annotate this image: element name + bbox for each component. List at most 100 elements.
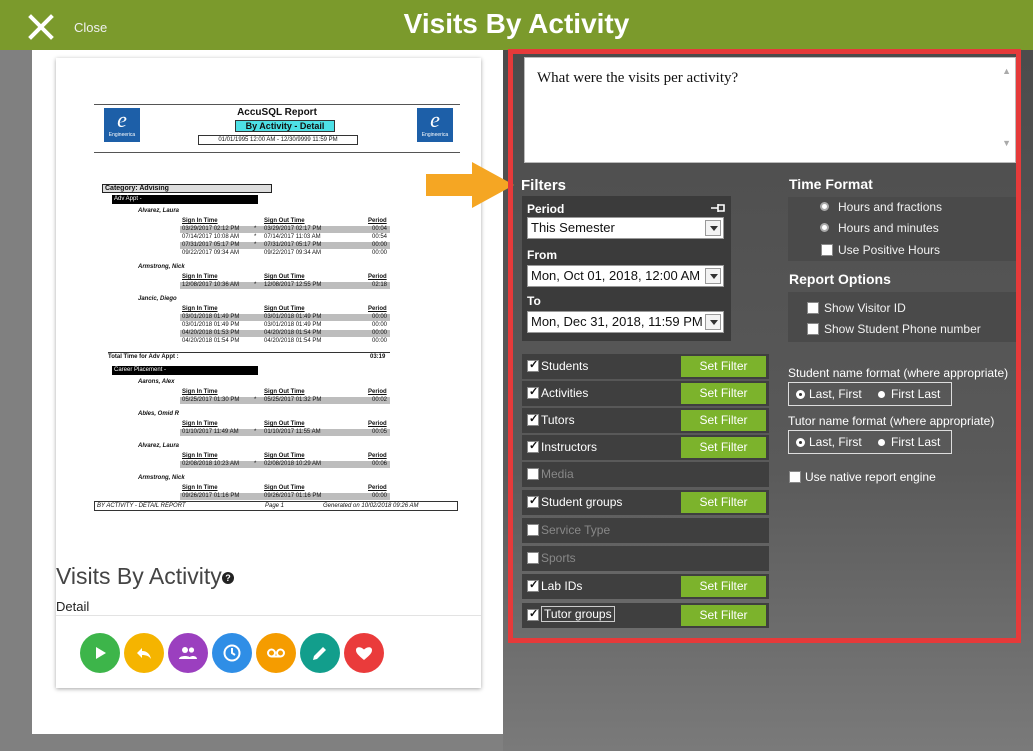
report-row: 09/22/2017 09:34 AM 09/22/2017 09:34 AM 00…: [180, 250, 390, 257]
period-value: 00:00: [372, 493, 388, 499]
report-row: 09/26/2017 01:16 PM 09/26/2017 01:16 PM 00…: [180, 493, 390, 500]
report-title: AccuSQL Report: [237, 107, 317, 118]
report-col-in: Sign In Time: [182, 453, 218, 459]
report-person-name: Ables, Omid R: [138, 411, 180, 417]
report-rule: [94, 152, 460, 153]
flag: *: [254, 242, 257, 248]
period-value: 00:04: [372, 226, 388, 232]
report-col-out: Sign Out Time: [264, 306, 305, 312]
report-row: 03/01/2018 01:49 PM 03/01/2018 01:49 PM 00…: [180, 314, 390, 321]
preview-subtitle: Detail: [56, 599, 90, 614]
report-row: 05/25/2017 01:30 PM * 05/25/2017 01:32 PM 0…: [180, 397, 390, 404]
voicemail-icon: [267, 648, 285, 658]
sign-out-time: 01/10/2017 11:55 AM: [264, 429, 321, 435]
report-person-name: Armstrong, Nick: [138, 264, 185, 270]
report-row: 04/20/2018 01:54 PM 04/20/2018 01:54 PM 00…: [180, 338, 390, 345]
report-col-period: Period: [368, 389, 387, 395]
report-total: Total Time for Adv Appt : 03:19: [108, 352, 390, 360]
sign-out-time: 03/01/2018 01:49 PM: [264, 314, 322, 320]
sign-out-time: 04/20/2018 01:54 PM: [264, 338, 322, 344]
report-row: 07/31/2017 05:17 PM * 07/31/2017 05:17 PM 0…: [180, 242, 390, 249]
total-value: 03:19: [370, 354, 386, 360]
period-value: 00:02: [372, 397, 388, 403]
flag: *: [254, 282, 257, 288]
period-value: 00:00: [372, 330, 388, 336]
period-value: 00:00: [372, 242, 388, 248]
report-row: 07/14/2017 10:08 AM * 07/14/2017 11:03 AM 0…: [180, 234, 390, 241]
report-col-in: Sign In Time: [182, 485, 218, 491]
edit-button[interactable]: [300, 633, 340, 673]
play-icon: [96, 647, 106, 659]
voicemail-button[interactable]: [256, 633, 296, 673]
report-col-in: Sign In Time: [182, 274, 218, 280]
period-value: 00:00: [372, 314, 388, 320]
sign-out-time: 07/31/2017 05:17 PM: [264, 242, 322, 248]
sign-out-time: 04/20/2018 01:54 PM: [264, 330, 322, 336]
arrow-pointer-icon: [426, 162, 514, 208]
logo-text: Engineerica: [421, 132, 449, 138]
report-col-out: Sign Out Time: [264, 389, 305, 395]
help-icon[interactable]: ?: [222, 572, 234, 584]
report-date-range: 01/01/1995 12:00 AM - 12/30/9999 11:59 P…: [198, 135, 358, 145]
flag: *: [254, 429, 257, 435]
report-footer: BY ACTIVITY - DETAIL REPORT Page 1 Generat…: [94, 501, 458, 511]
period-value: 00:05: [372, 429, 388, 435]
report-rule: [94, 104, 460, 105]
report-col-in: Sign In Time: [182, 421, 218, 427]
report-row: 12/08/2017 10:36 AM * 12/08/2017 12:55 PM 0…: [180, 282, 390, 289]
period-value: 00:00: [372, 338, 388, 344]
report-col-period: Period: [368, 218, 387, 224]
clock-button[interactable]: [212, 633, 252, 673]
sign-out-time: 09/26/2017 01:16 PM: [264, 493, 322, 499]
report-col-period: Period: [368, 485, 387, 491]
sign-in-time: 04/20/2018 01:53 PM: [182, 330, 240, 336]
report-col-period: Period: [368, 453, 387, 459]
sign-out-time: 03/29/2017 02:17 PM: [264, 226, 322, 232]
sign-in-time: 12/08/2017 10:36 AM: [182, 282, 240, 288]
flag: *: [254, 226, 257, 232]
sign-in-time: 09/26/2017 01:16 PM: [182, 493, 240, 499]
report-person-name: Aarons, Alex: [138, 379, 175, 385]
pencil-icon: [313, 647, 326, 660]
report-category: Category: Advising: [102, 184, 272, 193]
sign-in-time: 01/10/2017 11:49 AM: [182, 429, 239, 435]
title-bar: Close Visits By Activity: [0, 0, 1033, 50]
report-person-name: Alvarez, Laura: [138, 443, 180, 449]
footer-left: BY ACTIVITY - DETAIL REPORT: [97, 503, 186, 509]
footer-page: Page 1: [265, 503, 285, 509]
report-row: 01/10/2017 11:49 AM * 01/10/2017 11:55 AM 0…: [180, 429, 390, 436]
reply-button[interactable]: [124, 633, 164, 673]
sign-out-time: 12/08/2017 12:55 PM: [264, 282, 322, 288]
people-button[interactable]: [168, 633, 208, 673]
people-icon: [179, 647, 197, 659]
sign-in-time: 07/14/2017 10:08 AM: [182, 234, 240, 240]
report-group-bar: Adv Appt -: [112, 195, 258, 204]
period-value: 02:18: [372, 282, 388, 288]
sign-in-time: 02/08/2018 10:23 AM: [182, 461, 240, 467]
sign-out-time: 07/14/2017 11:03 AM: [264, 234, 321, 240]
sign-in-time: 03/01/2018 01:49 PM: [182, 322, 240, 328]
report-subtitle: By Activity - Detail: [235, 120, 335, 132]
sign-in-time: 07/31/2017 05:17 PM: [182, 242, 240, 248]
sign-in-time: 09/22/2017 09:34 AM: [182, 250, 240, 256]
highlight-frame: [508, 49, 1021, 643]
window-title: Visits By Activity: [403, 8, 630, 39]
report-col-in: Sign In Time: [182, 389, 218, 395]
period-value: 00:54: [372, 234, 388, 240]
play-button[interactable]: [80, 633, 120, 673]
flag: *: [254, 397, 257, 403]
sign-in-time: 03/29/2017 02:12 PM: [182, 226, 240, 232]
total-label: Total Time for Adv Appt :: [108, 354, 179, 360]
clock-icon: [223, 644, 241, 662]
period-value: 00:06: [372, 461, 388, 467]
report-person-name: Armstrong, Nick: [138, 475, 185, 481]
footer-generated: Generated on 10/02/2018 09:26 AM: [323, 503, 419, 509]
report-row: 03/29/2017 02:12 PM * 03/29/2017 02:17 PM 0…: [180, 226, 390, 233]
report-row: 02/08/2018 10:23 AM * 02/08/2018 10:29 AM 0…: [180, 461, 390, 468]
favorite-button[interactable]: [344, 633, 384, 673]
flag: *: [254, 461, 257, 467]
report-person-name: Alvarez, Laura: [138, 208, 180, 214]
report-col-out: Sign Out Time: [264, 421, 305, 427]
preview-title: Visits By Activity: [56, 563, 222, 589]
report-col-period: Period: [368, 421, 387, 427]
